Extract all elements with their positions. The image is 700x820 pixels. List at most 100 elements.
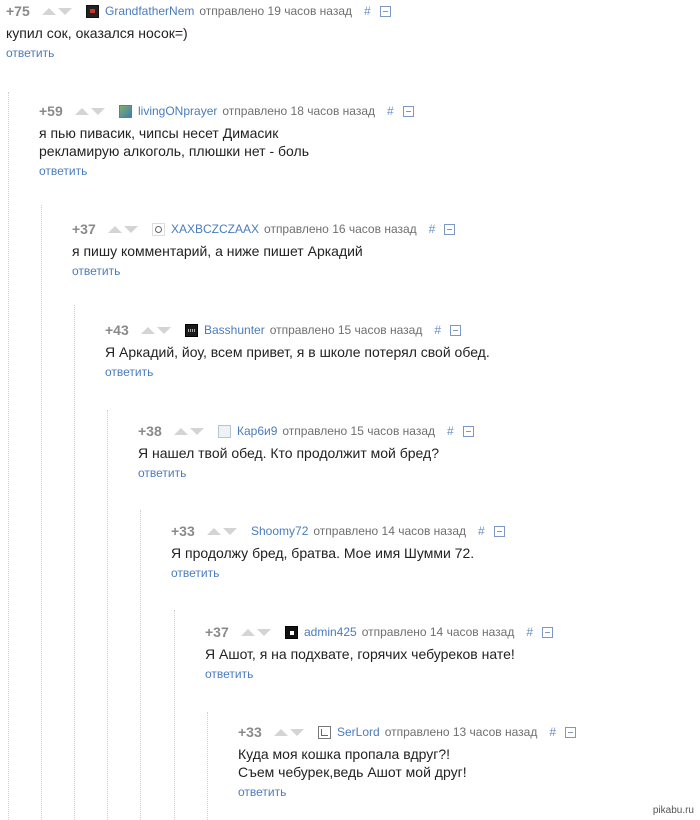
comment-text-line: я пью пивасик, чипсы несет Димасик [39, 125, 279, 141]
comment-time: отправлено 19 часов назад [199, 4, 353, 18]
comment-meta: +43 Basshunter отправлено 15 часов назад… [105, 320, 490, 340]
comment-score: +33 [171, 523, 195, 539]
comment-body: я пишу комментарий, а ниже пишет Аркадий [72, 242, 455, 260]
permalink-link[interactable]: # [526, 625, 533, 639]
permalink-link[interactable]: # [447, 424, 454, 438]
downvote-icon[interactable] [223, 527, 237, 535]
author-link[interactable]: Кар6и9 [237, 424, 277, 438]
comment-score: +33 [238, 724, 262, 740]
upvote-icon[interactable] [174, 427, 188, 435]
collapse-icon[interactable] [450, 324, 462, 336]
reply-link[interactable]: ответить [138, 466, 186, 480]
avatar[interactable] [86, 4, 99, 18]
downvote-icon[interactable] [58, 7, 72, 15]
upvote-icon[interactable] [141, 326, 155, 334]
avatar[interactable] [318, 725, 331, 739]
downvote-icon[interactable] [290, 728, 304, 736]
comment-time: отправлено 15 часов назад [269, 323, 423, 337]
watermark: pikabu.ru [652, 805, 694, 816]
author-link[interactable]: Basshunter [204, 323, 265, 337]
permalink-link[interactable]: # [364, 4, 371, 18]
comment-time: отправлено 14 часов назад [361, 625, 515, 639]
reply-link[interactable]: ответить [6, 46, 54, 60]
comment-meta: +75 GrandfatherNem отправлено 19 часов н… [6, 1, 391, 21]
reply-link[interactable]: ответить [171, 566, 219, 580]
author-link[interactable]: Shoomy72 [251, 524, 308, 538]
comment-score: +59 [39, 103, 63, 119]
comment-score: +75 [6, 3, 30, 19]
collapse-icon[interactable] [462, 425, 474, 437]
comment-meta: +37 admin425 отправлено 14 часов назад # [205, 622, 554, 642]
thread-line [8, 92, 9, 820]
downvote-icon[interactable] [124, 225, 138, 233]
author-link[interactable]: admin425 [304, 625, 357, 639]
upvote-icon[interactable] [75, 107, 89, 115]
reply-link[interactable]: ответить [205, 667, 253, 681]
vote-controls [108, 225, 140, 233]
reply-link[interactable]: ответить [39, 164, 87, 178]
comment-body: Я продолжу бред, братва. Мое имя Шумми 7… [171, 544, 505, 562]
comment-text-line: Съем чебурек,ведь Ашот мой друг! [238, 764, 467, 780]
comment-meta: +33 Shoomy72 отправлено 14 часов назад # [171, 521, 505, 541]
comment: +33 Shoomy72 отправлено 14 часов назад #… [171, 521, 505, 582]
avatar[interactable] [185, 323, 198, 337]
reply-link[interactable]: ответить [105, 365, 153, 379]
downvote-icon[interactable] [91, 107, 105, 115]
collapse-icon[interactable] [444, 223, 456, 235]
comment-text-line: я пишу комментарий, а ниже пишет Аркадий [72, 243, 363, 259]
comment-text-line: Я Аркадий, йоу, всем привет, я в школе п… [105, 344, 490, 360]
reply-link[interactable]: ответить [72, 264, 120, 278]
author-link[interactable]: SerLord [337, 725, 380, 739]
reply-link[interactable]: ответить [238, 785, 286, 799]
avatar[interactable] [218, 424, 231, 438]
downvote-icon[interactable] [157, 326, 171, 334]
upvote-icon[interactable] [42, 7, 56, 15]
downvote-icon[interactable] [190, 427, 204, 435]
collapse-icon[interactable] [402, 105, 414, 117]
thread-line [107, 410, 108, 820]
comment: +37 admin425 отправлено 14 часов назад #… [205, 622, 554, 683]
upvote-icon[interactable] [207, 527, 221, 535]
comment-meta: +59 livingONprayer отправлено 18 часов н… [39, 101, 414, 121]
collapse-icon[interactable] [565, 726, 577, 738]
vote-controls [274, 728, 306, 736]
comment-score: +38 [138, 423, 162, 439]
comment-body: я пью пивасик, чипсы несет Димасик рекла… [39, 124, 414, 160]
comment-time: отправлено 18 часов назад [222, 104, 375, 118]
permalink-link[interactable]: # [549, 725, 556, 739]
vote-controls [174, 427, 206, 435]
vote-controls [207, 527, 239, 535]
comment-thread: +75 GrandfatherNem отправлено 19 часов н… [0, 0, 700, 820]
comment: +38 Кар6и9 отправлено 15 часов назад # Я… [138, 421, 474, 482]
collapse-icon[interactable] [379, 5, 391, 17]
thread-line [207, 712, 208, 820]
collapse-icon[interactable] [542, 626, 554, 638]
avatar[interactable] [152, 222, 165, 236]
comment-meta: +33 SerLord отправлено 13 часов назад # [238, 722, 577, 742]
permalink-link[interactable]: # [387, 104, 394, 118]
author-link[interactable]: livingONprayer [138, 104, 217, 118]
upvote-icon[interactable] [241, 628, 255, 636]
permalink-link[interactable]: # [429, 222, 436, 236]
comment-text-line: купил сок, оказался носок=) [6, 25, 188, 41]
downvote-icon[interactable] [257, 628, 271, 636]
vote-controls [75, 107, 107, 115]
comment-score: +37 [205, 624, 229, 640]
upvote-icon[interactable] [108, 225, 122, 233]
comment-time: отправлено 15 часов назад [282, 424, 436, 438]
comment-text-line: Я продолжу бред, братва. Мое имя Шумми 7… [171, 545, 475, 561]
comment-body: Куда моя кошка пропала вдруг?! Съем чебу… [238, 745, 576, 781]
comment: +59 livingONprayer отправлено 18 часов н… [39, 101, 414, 180]
comment: +43 Basshunter отправлено 15 часов назад… [105, 320, 490, 381]
comment-time: отправлено 16 часов назад [264, 222, 417, 236]
comment-body: Я Ашот, я на подхвате, горячих чебуреков… [205, 645, 553, 663]
author-link[interactable]: GrandfatherNem [105, 4, 194, 18]
collapse-icon[interactable] [493, 525, 505, 537]
author-link[interactable]: XAXBCZCZAAX [171, 222, 259, 236]
upvote-icon[interactable] [274, 728, 288, 736]
avatar[interactable] [119, 104, 132, 118]
permalink-link[interactable]: # [434, 323, 441, 337]
comment-body: Я Аркадий, йоу, всем привет, я в школе п… [105, 343, 490, 361]
avatar[interactable] [285, 625, 298, 639]
permalink-link[interactable]: # [478, 524, 485, 538]
